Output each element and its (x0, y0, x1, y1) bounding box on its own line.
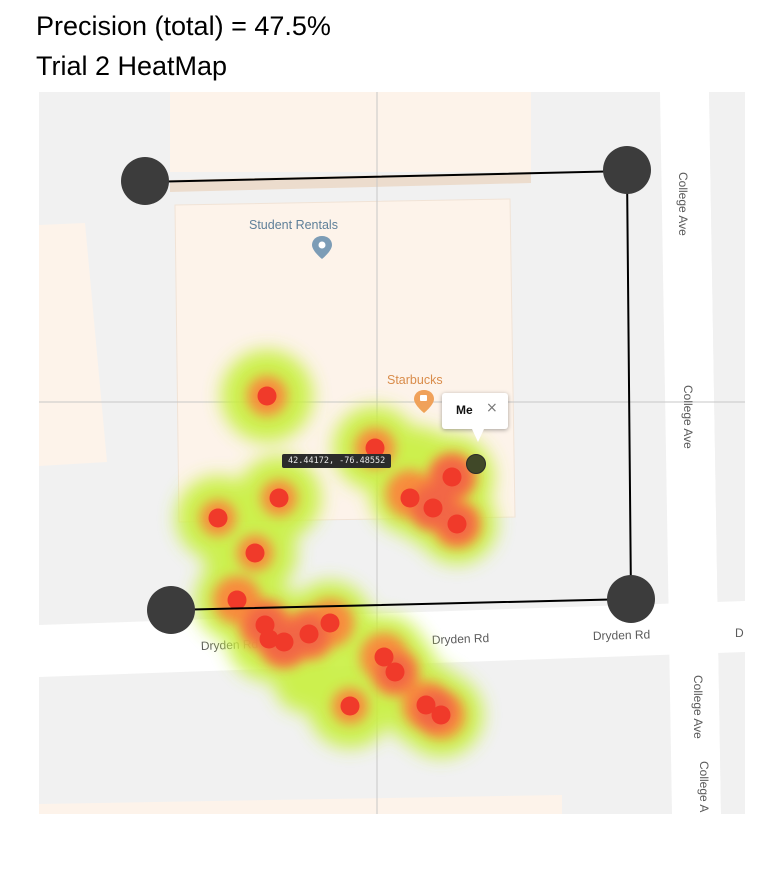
me-popup: Me × (442, 393, 508, 442)
anchor-marker[interactable] (147, 586, 195, 634)
poi-label-student-rentals: Student Rentals (249, 218, 338, 232)
college-ave-label: College Ave (676, 172, 690, 236)
heat-point (431, 705, 451, 725)
heat-point (385, 662, 405, 682)
heat-point (274, 632, 294, 652)
anchor-marker[interactable] (607, 575, 655, 623)
anchor-marker[interactable] (121, 157, 169, 205)
user-location-marker[interactable] (466, 454, 486, 474)
heat-point (442, 467, 462, 487)
dryden-rd-label: Dryden Rd (593, 628, 651, 643)
heat-point (423, 498, 443, 518)
poi-label-starbucks: Starbucks (387, 373, 443, 387)
college-ave-label: College Ave (691, 675, 705, 739)
heat-point (245, 543, 265, 563)
anchor-marker[interactable] (603, 146, 651, 194)
heat-point (227, 590, 247, 610)
heat-point (447, 514, 467, 534)
dryden-rd-label: D (735, 626, 744, 640)
me-label: Me (456, 403, 473, 417)
trial-subtitle: Trial 2 HeatMap (36, 51, 228, 81)
building-block (170, 92, 531, 172)
college-ave-label: College A (697, 761, 711, 812)
precision-title: Precision (total) = 47.5% (36, 11, 331, 41)
college-ave-label: College Ave (681, 385, 695, 449)
heat-point (299, 624, 319, 644)
heat-point (320, 613, 340, 633)
map-canvas: College Ave College Ave College Ave Coll… (39, 92, 745, 814)
heat-point (208, 508, 228, 528)
heat-point (257, 386, 277, 406)
header: Precision (total) = 47.5% Trial 2 HeatMa… (36, 6, 331, 86)
dryden-rd-label: Dryden Rd (432, 631, 490, 647)
heat-point (269, 488, 289, 508)
heat-point (340, 696, 360, 716)
close-icon[interactable]: × (486, 400, 498, 416)
coordinate-readout: 42.44172, -76.48552 (282, 454, 392, 468)
heat-point (400, 488, 420, 508)
map-view[interactable]: College Ave College Ave College Ave Coll… (39, 92, 745, 814)
